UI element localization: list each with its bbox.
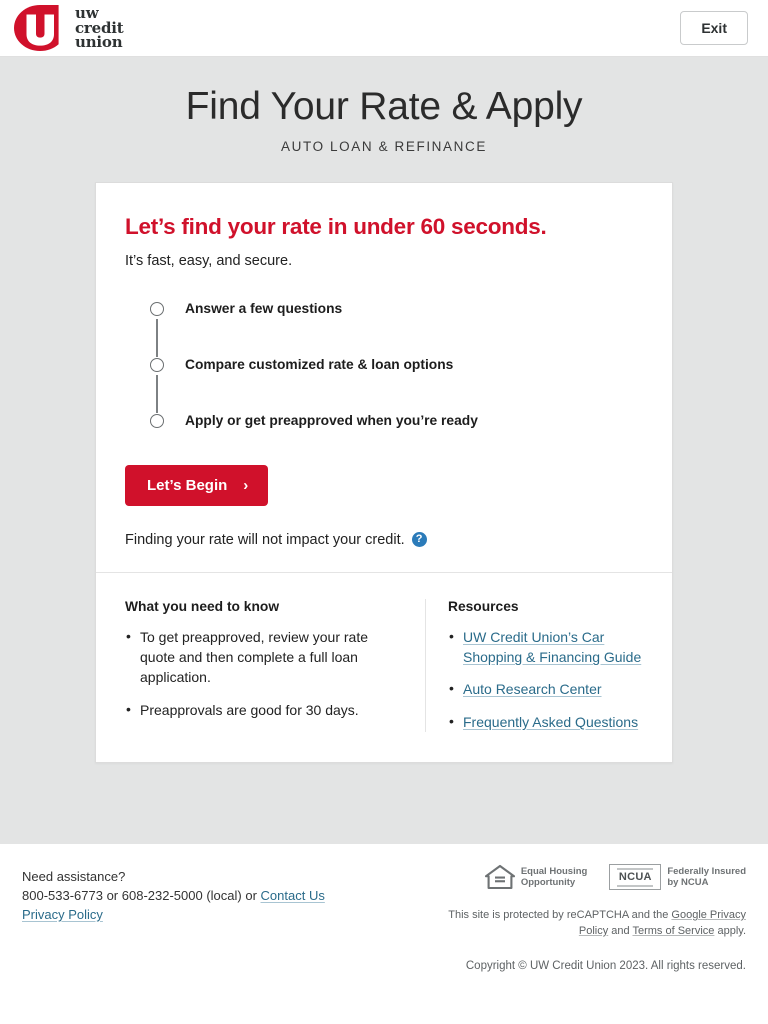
- brand-wordmark: uw credit union: [75, 6, 124, 50]
- need-to-know-list: To get preapproved, review your rate quo…: [125, 626, 403, 720]
- step-circle-icon: [150, 357, 164, 372]
- equal-housing-line-2: Opportunity: [520, 877, 576, 888]
- need-to-know-column: What you need to know To get preapproved…: [125, 599, 425, 732]
- resources-title: Resources: [448, 598, 519, 614]
- site-footer: Need assistance? 800-533-6773 or 608-232…: [0, 844, 768, 1024]
- equal-housing-badge: Equal Housing Opportunity: [484, 864, 588, 890]
- privacy-policy-link[interactable]: Privacy Policy: [22, 907, 103, 922]
- lets-begin-label: Let’s Begin: [147, 476, 228, 494]
- step-label: Answer a few questions: [185, 300, 343, 316]
- resources-column: Resources UW Credit Union’s Car Shopping…: [425, 598, 643, 733]
- list-item: Auto Research Center: [448, 678, 643, 699]
- recaptcha-prefix: This site is protected by reCAPTCHA and …: [448, 909, 672, 921]
- recaptcha-mid: and: [608, 924, 633, 937]
- card-subheading: It’s fast, easy, and secure.: [125, 252, 293, 269]
- uw-credit-union-logo-icon: [14, 5, 59, 51]
- site-header: uw credit union Exit: [0, 0, 768, 57]
- resources-list: UW Credit Union’s Car Shopping & Financi…: [448, 626, 643, 732]
- card-bottom-section: What you need to know To get preapproved…: [96, 573, 672, 762]
- need-to-know-title: What you need to know: [125, 598, 280, 614]
- phone-local: 608-232-5000 (local): [121, 888, 242, 904]
- step-item: Compare customized rate & loan options: [150, 357, 643, 413]
- equal-housing-text: Equal Housing Opportunity: [521, 866, 588, 888]
- step-label: Compare customized rate & loan options: [185, 356, 454, 372]
- page-subtitle: AUTO LOAN & REFINANCE: [281, 138, 487, 154]
- brand-logo[interactable]: uw credit union: [14, 5, 124, 51]
- ncua-bottom-rule: [617, 884, 654, 887]
- recaptcha-suffix: apply.: [714, 924, 746, 937]
- equal-housing-line-1: Equal Housing: [520, 865, 588, 877]
- ncua-text: Federally Insured by NCUA: [667, 866, 746, 888]
- list-item: Preapprovals are good for 30 days.: [125, 699, 403, 720]
- step-item: Apply or get preapproved when you’re rea…: [150, 413, 643, 435]
- list-item: To get preapproved, review your rate quo…: [125, 626, 403, 688]
- step-connector-line: [156, 374, 159, 413]
- resource-link-auto-research-center[interactable]: Auto Research Center: [463, 681, 602, 697]
- ncua-box-icon: NCUA: [609, 864, 662, 890]
- list-item: Frequently Asked Questions: [448, 711, 643, 732]
- ncua-line-2: by NCUA: [667, 877, 709, 888]
- equal-housing-house-icon: [484, 864, 515, 890]
- page-root: uw credit union Exit Find Your Rate & Ap…: [0, 0, 768, 1024]
- terms-of-service-link[interactable]: Terms of Service: [632, 925, 714, 937]
- step-circle-icon: [150, 301, 164, 316]
- disclaimer-text: Finding your rate will not impact your c…: [125, 531, 405, 548]
- exit-button[interactable]: Exit: [680, 11, 748, 45]
- rate-apply-card: Let’s find your rate in under 60 seconds…: [95, 181, 673, 764]
- step-circle-icon: [150, 413, 164, 428]
- brand-line-3: union: [75, 33, 123, 52]
- ncua-top-rule: [617, 868, 654, 871]
- conjunction-2: or: [241, 888, 261, 904]
- step-item: Answer a few questions: [150, 301, 643, 357]
- step-connector-line: [156, 318, 159, 357]
- recaptcha-notice: This site is protected by reCAPTCHA and …: [446, 908, 746, 940]
- compliance-badges: Equal Housing Opportunity NCUA Federally…: [446, 864, 746, 890]
- chevron-right-icon: ›: [243, 476, 249, 494]
- card-heading: Let’s find your rate in under 60 seconds…: [125, 213, 547, 239]
- copyright-text: Copyright © UW Credit Union 2023. All ri…: [465, 959, 746, 972]
- footer-compliance-block: Equal Housing Opportunity NCUA Federally…: [446, 864, 746, 972]
- card-top-section: Let’s find your rate in under 60 seconds…: [96, 183, 672, 572]
- lets-begin-button[interactable]: Let’s Begin ›: [125, 464, 269, 506]
- ncua-badge: NCUA Federally Insured by NCUA: [609, 864, 746, 890]
- contact-us-link[interactable]: Contact Us: [261, 888, 325, 903]
- step-label: Apply or get preapproved when you’re rea…: [185, 412, 478, 428]
- ncua-line-1: Federally Insured: [667, 865, 746, 877]
- ncua-word: NCUA: [618, 871, 652, 884]
- phone-primary: 800-533-6773: [22, 888, 103, 904]
- resource-link-car-guide[interactable]: UW Credit Union’s Car Shopping & Financi…: [463, 629, 641, 665]
- conjunction-1: or: [102, 888, 122, 904]
- content-band: Find Your Rate & Apply AUTO LOAN & REFIN…: [0, 57, 768, 844]
- help-question-icon[interactable]: ?: [411, 532, 427, 548]
- list-item: UW Credit Union’s Car Shopping & Financi…: [448, 626, 643, 668]
- resource-link-faq[interactable]: Frequently Asked Questions: [463, 714, 638, 730]
- page-title: Find Your Rate & Apply: [185, 85, 583, 128]
- credit-impact-disclaimer: Finding your rate will not impact your c…: [125, 532, 643, 548]
- steps-list: Answer a few questions Compare customize…: [150, 301, 643, 435]
